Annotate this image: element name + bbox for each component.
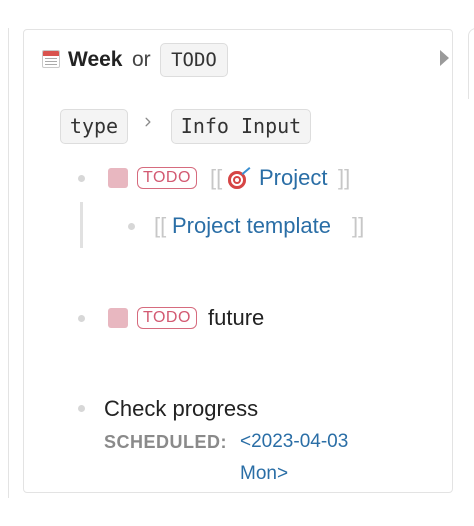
block-text-check-progress[interactable]: Check progress (104, 395, 258, 423)
breadcrumb-item-type[interactable]: type (60, 109, 128, 144)
query-title-connector: or (132, 48, 151, 71)
child-thread-line (80, 202, 83, 248)
page-link-project[interactable]: Project (259, 164, 327, 192)
query-title-todo-chip: TODO (160, 43, 228, 77)
page-link-project-template[interactable]: Project template (172, 212, 331, 240)
triangle-right-icon[interactable] (440, 50, 449, 66)
scheduled-date[interactable]: <2023-04-03 (240, 431, 348, 453)
scheduled-date-weekday[interactable]: Mon> (240, 463, 288, 485)
breadcrumb-item-info-input[interactable]: Info Input (171, 109, 311, 144)
block-bullet[interactable] (78, 175, 85, 182)
todo-marker-badge[interactable]: TODO (137, 307, 197, 329)
link-close-bracket: ]] (352, 213, 365, 238)
todo-checkbox[interactable] (108, 168, 128, 188)
query-title-week: Week (68, 48, 123, 71)
todo-checkbox[interactable] (108, 308, 128, 328)
todo-marker-badge[interactable]: TODO (137, 167, 197, 189)
block-text-future[interactable]: future (208, 304, 264, 332)
query-result-panel (23, 29, 453, 493)
block-bullet[interactable] (78, 405, 85, 412)
link-close-bracket: ]] (338, 165, 351, 190)
left-pane-edge (0, 28, 9, 498)
link-open-bracket: [[ (210, 165, 223, 190)
block-bullet[interactable] (78, 315, 85, 322)
right-pane-edge (468, 28, 474, 99)
chevron-right-icon (145, 117, 151, 127)
scheduled-label: SCHEDULED: (104, 432, 228, 452)
link-open-bracket: [[ (154, 213, 167, 238)
calendar-icon (42, 50, 60, 68)
block-bullet[interactable] (128, 223, 135, 230)
